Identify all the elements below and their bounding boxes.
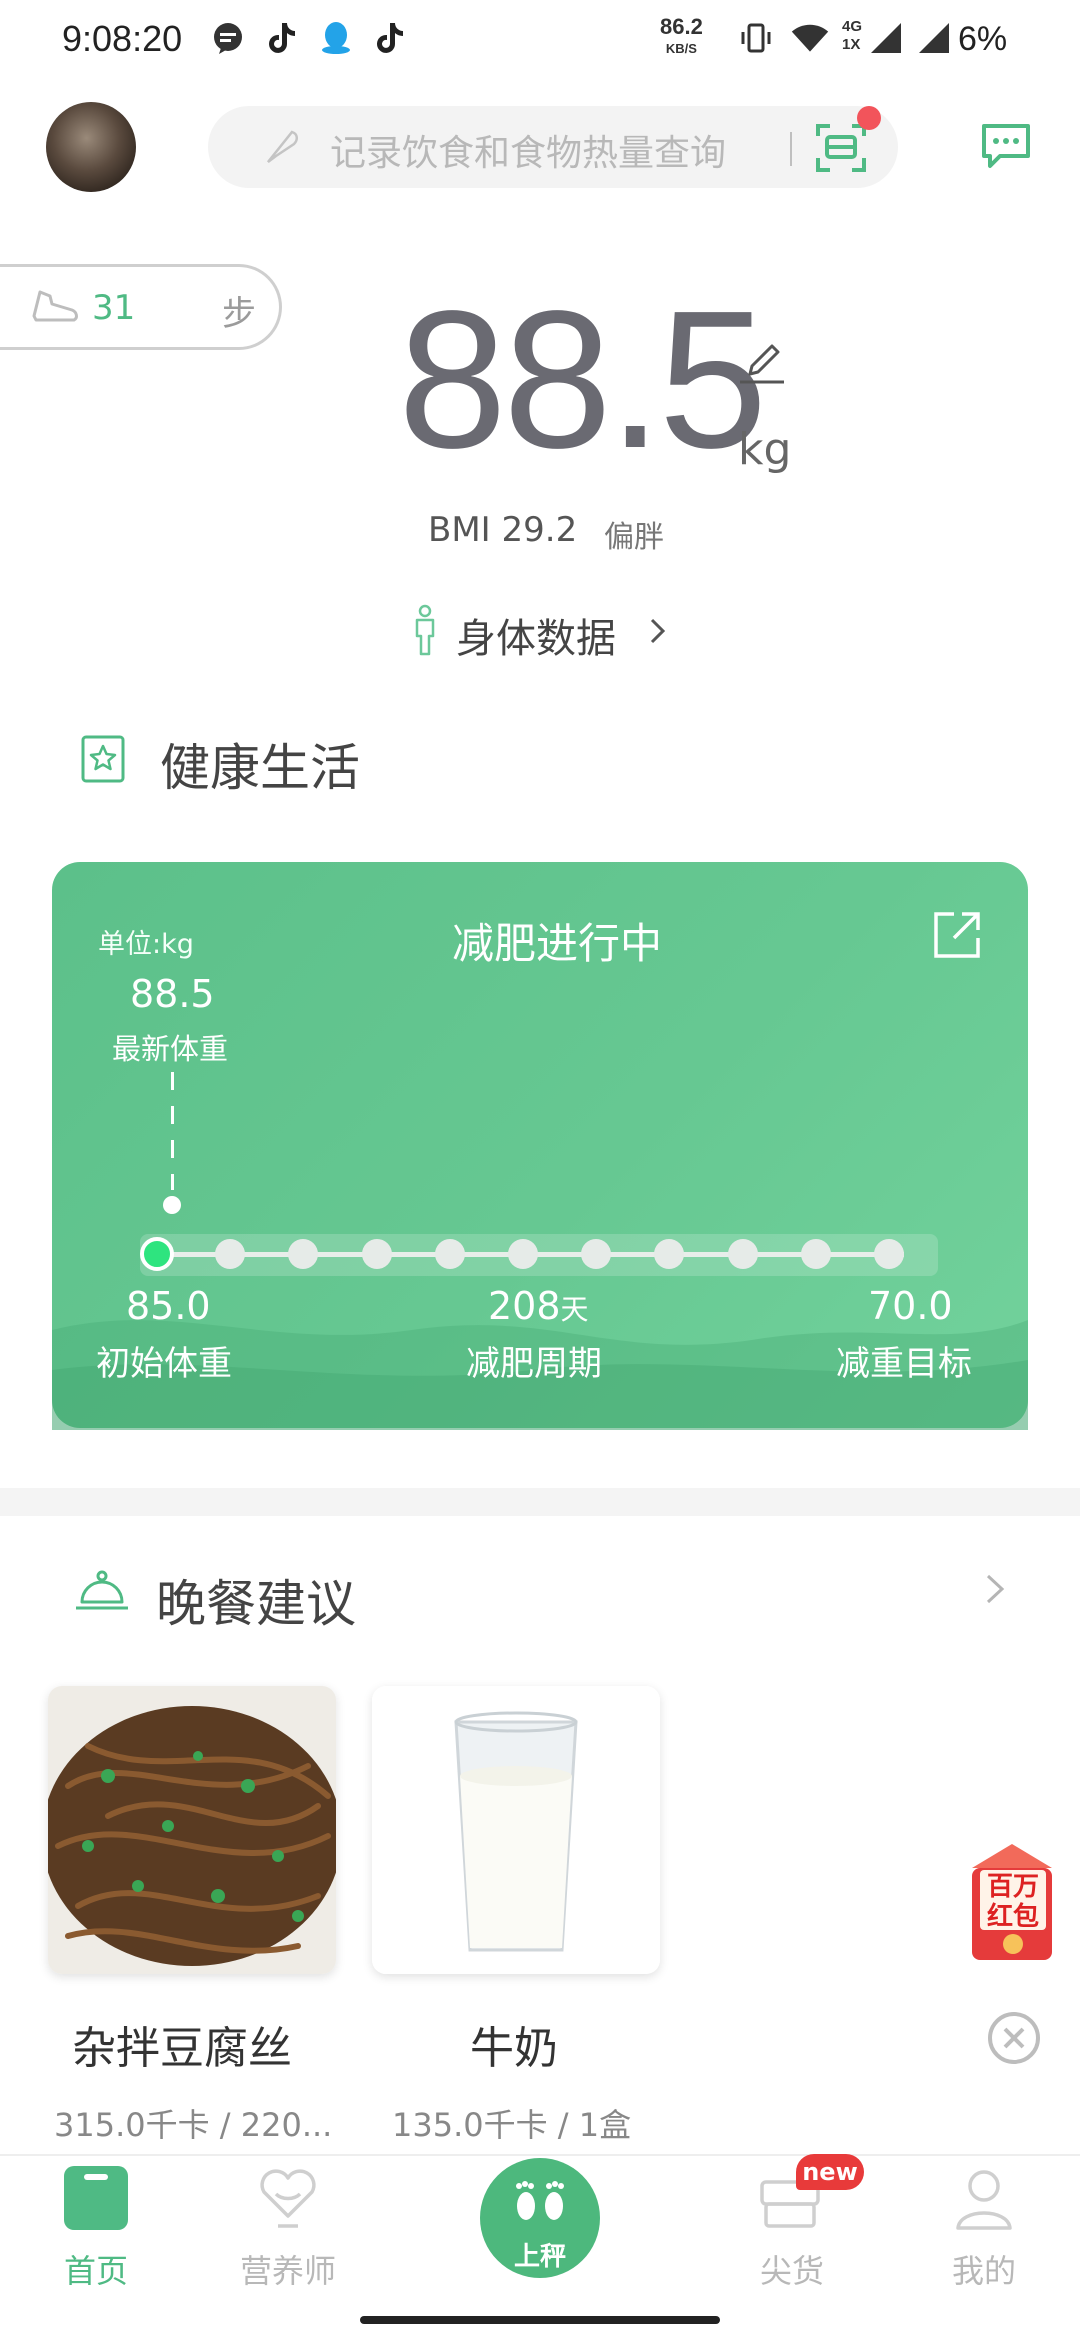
scan-icon[interactable] bbox=[814, 120, 868, 174]
share-external-icon[interactable] bbox=[930, 908, 984, 962]
signal-icon bbox=[914, 18, 954, 58]
cycle-days-value: 208天 bbox=[488, 1284, 589, 1328]
red-packet-text: 百万 红包 bbox=[986, 1872, 1039, 1932]
nutritionist-heart-icon[interactable] bbox=[254, 2164, 322, 2232]
chevron-right-icon[interactable] bbox=[978, 1572, 1012, 1606]
profile-icon[interactable] bbox=[950, 2164, 1018, 2232]
signal-icon bbox=[866, 18, 906, 58]
target-weight-label: 减重目标 bbox=[836, 1344, 972, 1384]
food-calorie-info: 135.0千卡 / 1盒 bbox=[392, 2106, 632, 2144]
footprints-icon bbox=[500, 2176, 580, 2226]
search-placeholder[interactable]: 记录饮食和食物热量查询 bbox=[330, 124, 726, 176]
qq-icon bbox=[316, 18, 356, 58]
section-title-dinner: 晚餐建议 bbox=[156, 1575, 356, 1633]
progress-node bbox=[434, 1239, 465, 1269]
bmi-readout: BMI 29.2 bbox=[428, 510, 578, 550]
progress-node bbox=[508, 1239, 538, 1269]
feather-pen-icon bbox=[262, 126, 302, 166]
steps-count: 31 bbox=[92, 288, 136, 328]
latest-weight-marker-dot bbox=[163, 1196, 181, 1214]
body-figure-icon bbox=[410, 604, 440, 658]
latest-weight-value: 88.5 bbox=[130, 972, 215, 1016]
initial-weight-value: 85.0 bbox=[126, 1284, 211, 1328]
food-image-tofu[interactable] bbox=[48, 1686, 336, 1974]
message-icon[interactable] bbox=[980, 122, 1032, 170]
cycle-label: 减肥周期 bbox=[466, 1344, 602, 1384]
food-calorie-info: 315.0千卡 / 220... bbox=[54, 2106, 333, 2144]
star-badge-icon bbox=[78, 734, 128, 784]
shoe-icon bbox=[30, 286, 80, 326]
wifi-icon bbox=[790, 18, 830, 58]
battery-level: 6% bbox=[958, 20, 1008, 58]
edit-pencil-icon[interactable] bbox=[738, 338, 786, 386]
food-image-milk[interactable] bbox=[372, 1686, 660, 1974]
network-speed: 86.2 KB/S bbox=[660, 14, 703, 57]
tiktok-icon bbox=[370, 18, 410, 58]
search-divider bbox=[790, 132, 792, 166]
progress-node bbox=[727, 1239, 758, 1269]
nav-item-profile[interactable]: 我的 bbox=[914, 2246, 1054, 2292]
progress-line bbox=[172, 1252, 904, 1257]
target-weight-value: 70.0 bbox=[868, 1284, 953, 1328]
card-unit-label: 单位:kg bbox=[98, 929, 194, 960]
latest-weight-marker-line bbox=[171, 1072, 174, 1190]
tiktok-icon bbox=[262, 18, 302, 58]
progress-node bbox=[800, 1239, 831, 1269]
progress-node bbox=[361, 1239, 392, 1269]
weight-value: 88.5 bbox=[398, 270, 767, 489]
food-name[interactable]: 杂拌豆腐丝 bbox=[72, 2012, 292, 2076]
message-bubble-icon bbox=[208, 18, 248, 58]
vibrate-icon bbox=[736, 18, 776, 58]
weight-unit: kg bbox=[738, 424, 792, 475]
close-icon[interactable] bbox=[986, 2010, 1042, 2066]
home-indicator[interactable] bbox=[360, 2316, 720, 2324]
section-title-healthy-life: 健康生活 bbox=[160, 739, 360, 797]
new-badge: new bbox=[796, 2154, 864, 2190]
progress-node bbox=[581, 1239, 612, 1269]
initial-weight-label: 初始体重 bbox=[96, 1344, 232, 1384]
nav-item-scale[interactable]: 上秤 bbox=[480, 2236, 600, 2273]
latest-weight-label: 最新体重 bbox=[112, 1032, 229, 1066]
food-name[interactable]: 牛奶 bbox=[470, 2012, 558, 2076]
section-divider bbox=[0, 1488, 1080, 1516]
nav-item-home[interactable]: 首页 bbox=[26, 2246, 166, 2292]
network-type: 4G 1X bbox=[842, 18, 863, 53]
status-time: 9:08:20 bbox=[62, 18, 183, 59]
nav-item-nutritionist[interactable]: 营养师 bbox=[218, 2246, 358, 2292]
steps-unit: 步 bbox=[222, 294, 256, 334]
notification-dot bbox=[857, 106, 881, 130]
bmi-status: 偏胖 bbox=[604, 520, 664, 555]
card-title: 减肥进行中 bbox=[452, 919, 663, 968]
nav-item-goods[interactable]: 尖货 bbox=[722, 2246, 862, 2292]
home-icon[interactable] bbox=[62, 2164, 130, 2232]
progress-node bbox=[874, 1239, 904, 1269]
avatar[interactable] bbox=[46, 102, 136, 192]
progress-node bbox=[215, 1239, 246, 1269]
food-cloche-icon bbox=[74, 1566, 130, 1616]
body-data-link[interactable]: 身体数据 bbox=[456, 606, 616, 664]
chevron-right-icon bbox=[648, 614, 668, 648]
progress-node-current bbox=[140, 1237, 174, 1271]
